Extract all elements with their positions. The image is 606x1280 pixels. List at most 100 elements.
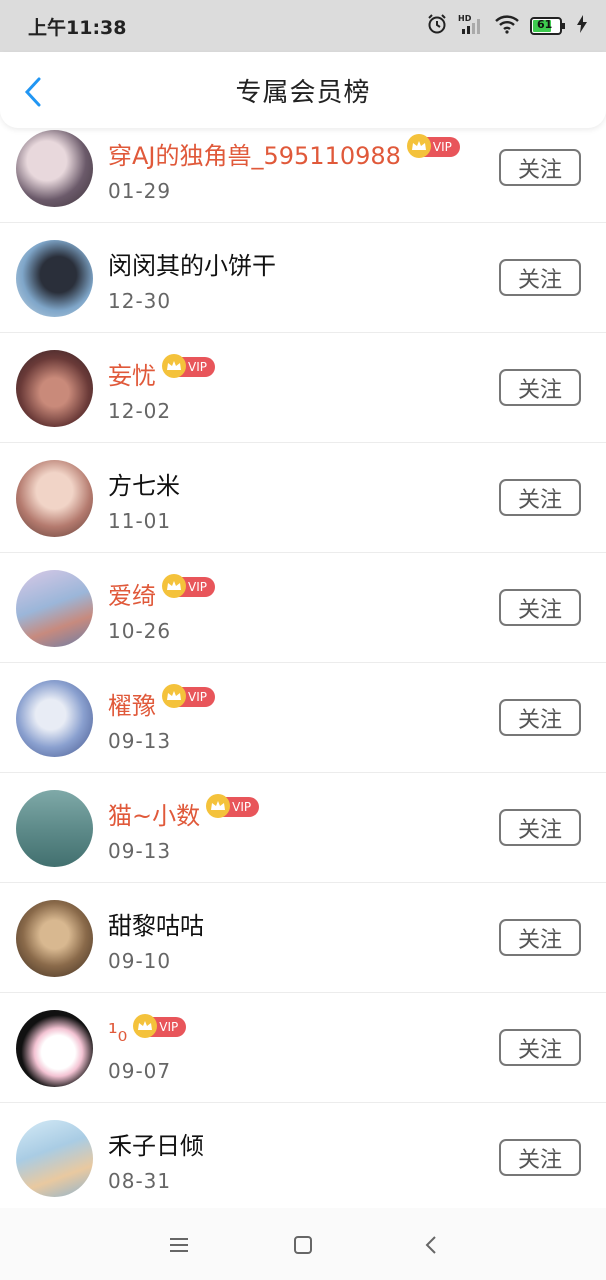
status-bar: 上午11:38 HD 61 [0, 0, 606, 52]
name-line: 猫~小数 VIP [108, 794, 260, 831]
navigation-bar [0, 1208, 606, 1280]
name-line: 方七米 [108, 466, 180, 500]
follow-button[interactable]: 关注 [499, 369, 581, 406]
member-name[interactable]: 穿AJ的独角兽_595110988 [108, 136, 401, 171]
back-button[interactable] [18, 74, 48, 110]
crown-icon [162, 354, 186, 378]
menu-icon [170, 1238, 188, 1252]
member-date: 12-30 [108, 289, 172, 313]
home-button[interactable] [290, 1232, 316, 1258]
member-date: 01-29 [108, 179, 172, 203]
avatar[interactable] [16, 130, 93, 207]
member-name[interactable]: 禾子日倾 [108, 1126, 204, 1161]
member-date: 11-01 [108, 509, 172, 533]
name-line: 闵闵其的小饼干 [108, 246, 276, 280]
vip-label: VIP [232, 800, 252, 814]
wifi-icon [494, 14, 520, 38]
member-date: 09-13 [108, 729, 172, 753]
member-name[interactable]: 方七米 [108, 466, 180, 501]
avatar[interactable] [16, 1010, 93, 1087]
follow-button[interactable]: 关注 [499, 149, 581, 186]
crown-icon [162, 574, 186, 598]
member-row[interactable]: 櫂豫 VIP 09-13 关注 [0, 663, 606, 773]
vip-label: VIP [159, 1020, 179, 1034]
status-time: 上午11:38 [28, 16, 127, 39]
alarm-icon [426, 13, 448, 39]
member-row[interactable]: 禾子日倾 08-31 关注 [0, 1103, 606, 1213]
follow-button[interactable]: 关注 [499, 479, 581, 516]
member-name[interactable]: 爱绮 [108, 576, 156, 611]
charging-icon [576, 14, 588, 38]
avatar[interactable] [16, 570, 93, 647]
member-row[interactable]: 甜黎咕咕 09-10 关注 [0, 883, 606, 993]
avatar[interactable] [16, 790, 93, 867]
member-date: 12-02 [108, 399, 172, 423]
member-name[interactable]: 闵闵其的小饼干 [108, 246, 276, 281]
follow-button[interactable]: 关注 [499, 589, 581, 626]
signal-hd-icon: HD [458, 13, 484, 39]
avatar[interactable] [16, 240, 93, 317]
vip-label: VIP [188, 690, 207, 704]
vip-badge: VIP [162, 354, 215, 378]
vip-badge: VIP [162, 574, 215, 598]
member-date: 10-26 [108, 619, 172, 643]
name-line: 禾子日倾 [108, 1126, 204, 1160]
follow-button[interactable]: 关注 [499, 699, 581, 736]
crown-icon [406, 134, 431, 158]
vip-badge: VIP [133, 1014, 187, 1038]
vip-label: VIP [432, 140, 452, 154]
member-row[interactable]: 方七米 11-01 关注 [0, 443, 606, 553]
follow-button[interactable]: 关注 [499, 1029, 581, 1066]
member-row[interactable]: ¹₀ VIP 09-07 关注 [0, 993, 606, 1103]
member-name[interactable]: ¹₀ [108, 1019, 127, 1047]
member-date: 09-10 [108, 949, 172, 973]
avatar[interactable] [16, 1120, 93, 1197]
back-triangle-icon [425, 1236, 436, 1254]
crown-icon [133, 1014, 158, 1038]
avatar[interactable] [16, 900, 93, 977]
member-name[interactable]: 甜黎咕咕 [108, 906, 204, 941]
vip-label: VIP [188, 360, 207, 374]
header: 专属会员榜 [0, 52, 606, 128]
member-date: 09-13 [108, 839, 172, 863]
name-line: 櫂豫 VIP [108, 684, 215, 721]
back-nav-button[interactable] [418, 1232, 444, 1258]
follow-button[interactable]: 关注 [499, 1139, 581, 1176]
name-line: 甜黎咕咕 [108, 906, 204, 940]
avatar[interactable] [16, 460, 93, 537]
svg-text:HD: HD [458, 14, 472, 23]
follow-button[interactable]: 关注 [499, 809, 581, 846]
crown-icon [162, 684, 186, 708]
member-date: 09-07 [108, 1059, 172, 1083]
member-list: 穿AJ的独角兽_595110988 VIP 01-29 关注 闵闵其的小饼干 12-30 关… [0, 113, 606, 1213]
battery-icon: 61 [530, 17, 566, 35]
follow-button[interactable]: 关注 [499, 919, 581, 956]
member-name[interactable]: 妄忧 [108, 356, 156, 391]
name-line: 爱绮 VIP [108, 574, 215, 611]
name-line: 穿AJ的独角兽_595110988 VIP [108, 134, 460, 171]
chevron-left-icon [24, 77, 41, 107]
status-icons: HD 61 [426, 13, 588, 39]
member-name[interactable]: 櫂豫 [108, 686, 156, 721]
name-line: ¹₀ VIP [108, 1014, 187, 1050]
member-row[interactable]: 穿AJ的独角兽_595110988 VIP 01-29 关注 [0, 113, 606, 223]
member-row[interactable]: 妄忧 VIP 12-02 关注 [0, 333, 606, 443]
vip-badge: VIP [406, 134, 460, 158]
vip-badge: VIP [206, 794, 260, 818]
follow-button[interactable]: 关注 [499, 259, 581, 296]
crown-icon [206, 794, 231, 818]
member-name[interactable]: 猫~小数 [108, 796, 200, 831]
menu-button[interactable] [166, 1232, 192, 1258]
vip-badge: VIP [162, 684, 215, 708]
name-line: 妄忧 VIP [108, 354, 215, 391]
battery-level: 61 [537, 18, 553, 31]
member-date: 08-31 [108, 1169, 172, 1193]
page-title: 专属会员榜 [235, 77, 371, 108]
avatar[interactable] [16, 680, 93, 757]
home-square-icon [294, 1236, 312, 1254]
vip-label: VIP [188, 580, 207, 594]
member-row[interactable]: 爱绮 VIP 10-26 关注 [0, 553, 606, 663]
member-row[interactable]: 闵闵其的小饼干 12-30 关注 [0, 223, 606, 333]
avatar[interactable] [16, 350, 93, 427]
member-row[interactable]: 猫~小数 VIP 09-13 关注 [0, 773, 606, 883]
